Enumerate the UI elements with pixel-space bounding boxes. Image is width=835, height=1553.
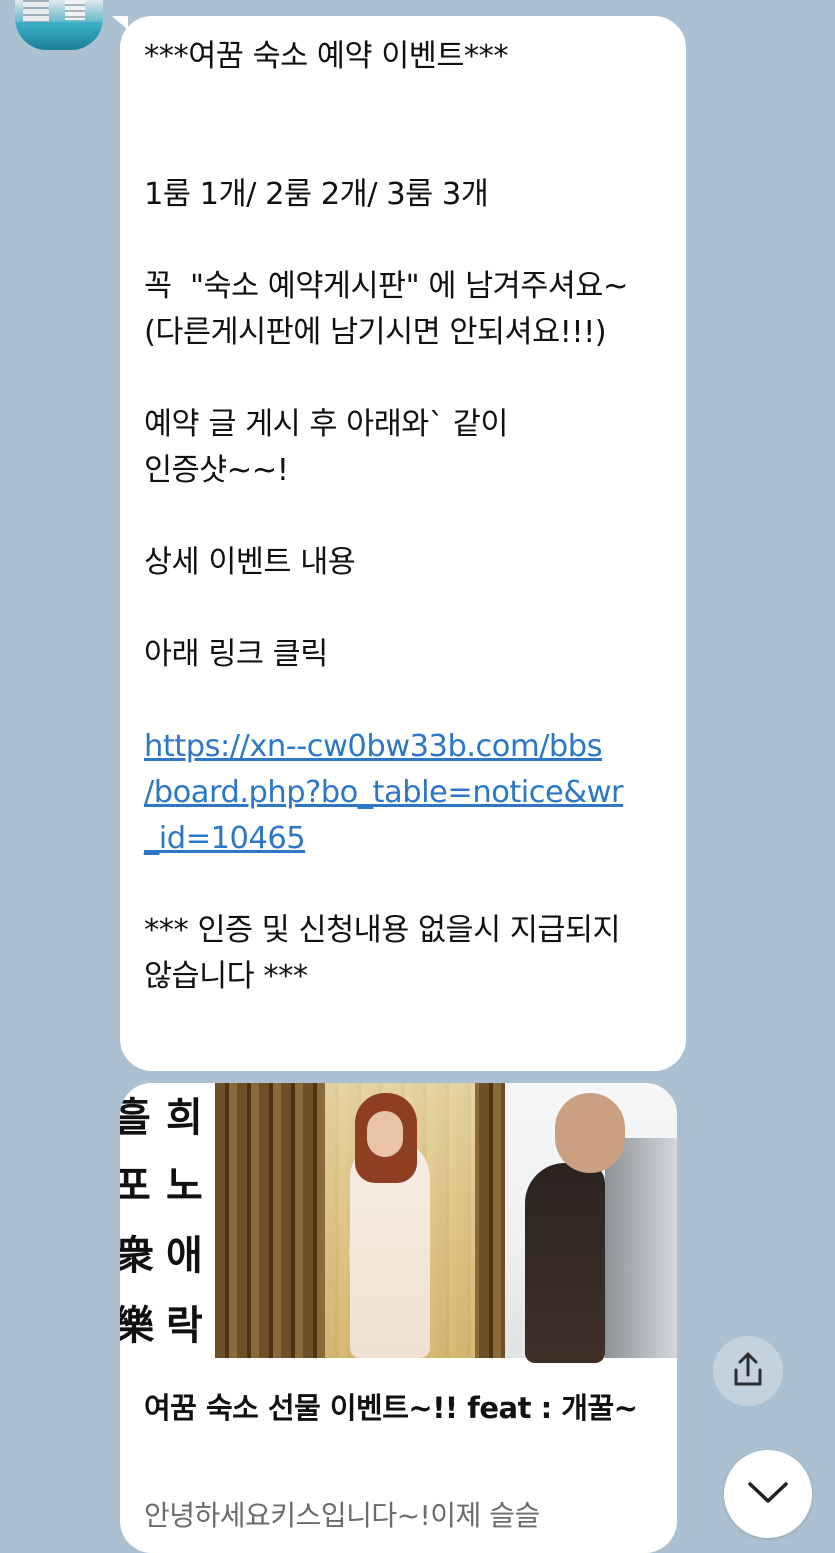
message-text: ***여꿈 숙소 예약 이벤트*** 1룸 1개/ 2룸 2개/ 3룸 3개꼭 "… xyxy=(144,34,666,724)
message-line xyxy=(144,356,666,402)
calligraphy-char: 포 xyxy=(120,1162,151,1209)
message-line: 예약 글 게시 후 아래와` 같이 xyxy=(144,407,508,442)
photo-face xyxy=(367,1111,403,1157)
message-line xyxy=(144,218,666,264)
calligraphy-char: 희 xyxy=(166,1094,203,1141)
message-line xyxy=(144,586,666,632)
calligraphy-char: 흘 xyxy=(120,1094,151,1141)
message-line xyxy=(144,678,666,724)
photo-body xyxy=(605,1138,677,1358)
message-link[interactable]: https://xn--cw0bw33b.com/bbs/board.php?b… xyxy=(144,724,666,862)
message-footer-text: *** 인증 및 신청내용 없을시 지급되지않습니다 *** xyxy=(144,862,666,1000)
message-line xyxy=(144,494,666,540)
scroll-to-bottom-button[interactable] xyxy=(724,1450,812,1538)
photo-hair xyxy=(525,1163,605,1363)
chevron-down-icon xyxy=(748,1482,788,1503)
calligraphy-char: 노 xyxy=(166,1162,203,1209)
avatar-building xyxy=(65,0,85,20)
photo-face xyxy=(555,1093,625,1173)
message-line: 꼭 "숙소 예약게시판" 에 남겨주셔요~ xyxy=(144,269,628,304)
message-line: 아래 링크 클릭 xyxy=(144,637,328,672)
message-line xyxy=(144,80,666,126)
message-line: 않습니다 *** xyxy=(144,959,308,994)
message-line xyxy=(144,126,666,172)
preview-image: 흘 포 衆 樂 희 노 애 락 xyxy=(120,1083,677,1363)
calligraphy-char: 樂 xyxy=(120,1302,154,1349)
share-icon xyxy=(734,1352,762,1386)
calligraphy-char: 衆 xyxy=(120,1232,154,1279)
calligraphy-right: 희 노 애 락 xyxy=(162,1083,214,1358)
message-bubble[interactable]: ***여꿈 숙소 예약 이벤트*** 1룸 1개/ 2룸 2개/ 3룸 3개꼭 "… xyxy=(120,16,686,1071)
link-line[interactable]: /board.php?bo_table=notice&wr xyxy=(144,770,666,816)
message-line: 1룸 1개/ 2룸 2개/ 3룸 3개 xyxy=(144,177,489,212)
link-line[interactable]: https://xn--cw0bw33b.com/bbs xyxy=(144,724,666,770)
photo-woman-reclining xyxy=(505,1083,677,1363)
sender-avatar[interactable] xyxy=(15,0,103,50)
photo-woman-bamboo xyxy=(215,1083,505,1358)
calligraphy-char: 락 xyxy=(166,1302,203,1349)
link-preview-card[interactable]: 흘 포 衆 樂 희 노 애 락 여꿈 숙소 선물 이벤트~!! feat : 개… xyxy=(120,1083,677,1553)
avatar-pool xyxy=(15,22,103,50)
message-line: 상세 이벤트 내용 xyxy=(144,545,356,580)
message-line xyxy=(144,862,666,908)
avatar-building xyxy=(23,0,49,22)
link-line[interactable]: _id=10465 xyxy=(144,816,666,862)
message-line: 인증샷~~! xyxy=(144,453,289,488)
preview-description: 안녕하세요키스입니다~!이제 슬슬 xyxy=(144,1499,540,1532)
share-button[interactable] xyxy=(713,1336,783,1406)
message-line: *** 인증 및 신청내용 없을시 지급되지 xyxy=(144,913,621,948)
message-line: ***여꿈 숙소 예약 이벤트*** xyxy=(144,39,509,74)
preview-title[interactable]: 여꿈 숙소 선물 이벤트~!! feat : 개꿀~ xyxy=(144,1385,644,1431)
calligraphy-char: 애 xyxy=(166,1232,203,1279)
message-line: (다른게시판에 남기시면 안되셔요!!!) xyxy=(144,315,607,350)
